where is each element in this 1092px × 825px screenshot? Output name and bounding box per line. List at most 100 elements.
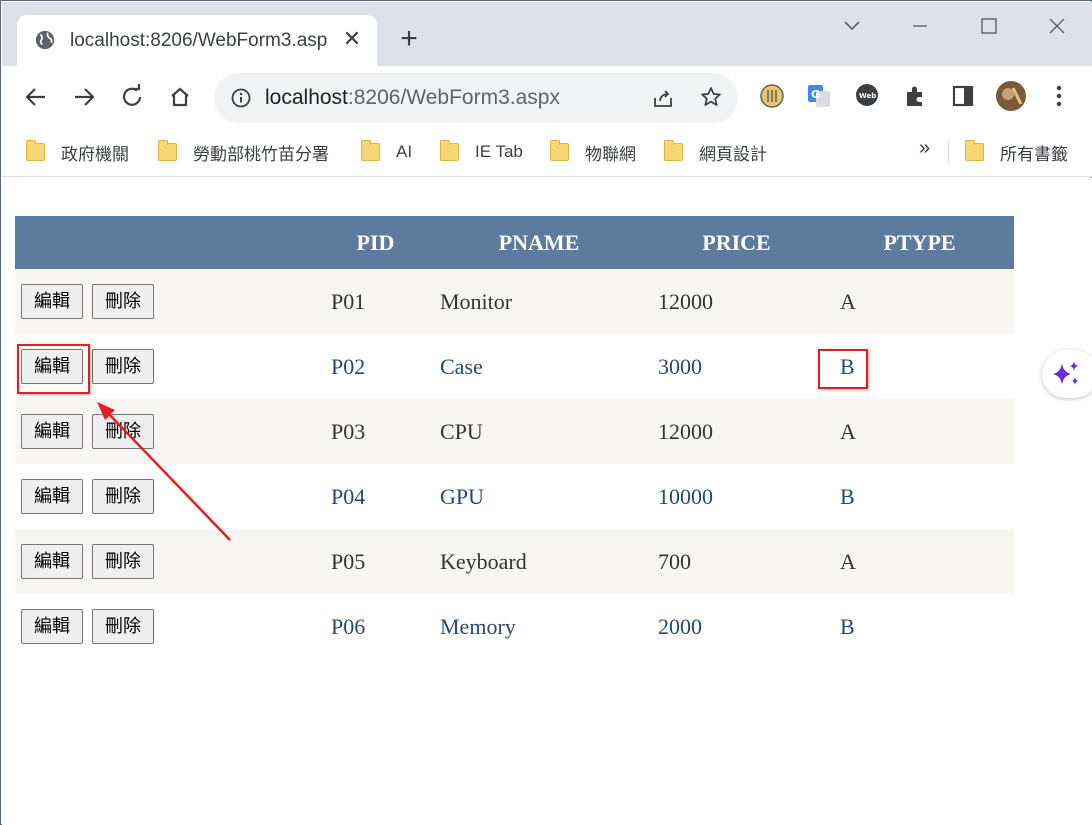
cell-price: 3000 xyxy=(648,334,825,399)
table-row: 編輯 刪除 P01 Monitor 12000 A xyxy=(15,269,1014,334)
close-window-icon[interactable] xyxy=(1042,12,1072,40)
globe-icon xyxy=(35,30,55,50)
command-cell: 編輯 刪除 xyxy=(15,269,321,334)
bookmarks-overflow-button[interactable]: » xyxy=(919,137,930,160)
url-path: :8206/WebForm3.aspx xyxy=(347,86,560,109)
tab-search-chevron-icon[interactable] xyxy=(837,12,867,40)
home-icon[interactable] xyxy=(163,80,197,114)
url-text[interactable]: localhost:8206/WebForm3.aspx xyxy=(265,86,560,110)
edit-button-highlight xyxy=(17,344,90,394)
cell-ptype: B xyxy=(825,594,1014,659)
address-bar[interactable]: localhost:8206/WebForm3.aspx xyxy=(214,73,738,123)
edit-button[interactable]: 編輯 xyxy=(21,414,83,449)
delete-button[interactable]: 刪除 xyxy=(92,609,154,644)
header-price[interactable]: PRICE xyxy=(648,216,825,269)
header-command xyxy=(15,216,321,269)
bookmark-folder[interactable]: 政府機關 xyxy=(26,139,129,165)
share-icon[interactable] xyxy=(651,86,675,110)
cell-pid: P05 xyxy=(321,529,430,594)
tab-close-button[interactable]: ✕ xyxy=(340,27,364,51)
cell-pid: P03 xyxy=(321,399,430,464)
header-ptype[interactable]: PTYPE xyxy=(825,216,1014,269)
cell-pid: P01 xyxy=(321,269,430,334)
ai-assistant-floating-button[interactable] xyxy=(1042,350,1092,398)
cell-pid: P06 xyxy=(321,594,430,659)
bookmark-label: 物聯網 xyxy=(585,144,636,164)
cell-pname: GPU xyxy=(430,464,648,529)
cell-ptype: A xyxy=(825,269,1014,334)
cell-ptype: A xyxy=(825,529,1014,594)
extensions-puzzle-icon[interactable] xyxy=(902,83,928,109)
browser-tab[interactable]: localhost:8206/WebForm3.aspx ✕ xyxy=(17,15,377,67)
cell-price: 2000 xyxy=(648,594,825,659)
folder-icon xyxy=(158,140,177,161)
maximize-icon[interactable] xyxy=(974,12,1004,40)
command-cell: 編輯 刪除 xyxy=(15,594,321,659)
cell-pname: Memory xyxy=(430,594,648,659)
header-pid[interactable]: PID xyxy=(321,216,430,269)
bookmark-folder[interactable]: 勞動部桃竹苗分署 xyxy=(158,139,329,165)
back-arrow-icon[interactable] xyxy=(19,80,53,114)
cell-pname: CPU xyxy=(430,399,648,464)
edit-button[interactable]: 編輯 xyxy=(21,544,83,579)
bookmark-folder[interactable]: IE Tab xyxy=(440,139,523,165)
sparkle-icon xyxy=(1053,361,1078,385)
cell-ptype: B xyxy=(825,464,1014,529)
edit-button[interactable]: 編輯 xyxy=(21,479,83,514)
bookmark-star-icon[interactable] xyxy=(699,85,723,109)
cell-pname: Case xyxy=(430,334,648,399)
folder-icon xyxy=(440,140,459,161)
folder-icon xyxy=(965,140,984,161)
new-tab-button[interactable]: + xyxy=(395,24,423,54)
menu-kebab-icon[interactable] xyxy=(1046,83,1072,109)
bookmark-folder[interactable]: 物聯網 xyxy=(550,139,636,165)
bookmark-label: 勞動部桃竹苗分署 xyxy=(193,144,329,164)
site-info-icon[interactable] xyxy=(231,88,251,108)
reload-icon[interactable] xyxy=(115,80,149,114)
cell-ptype: A xyxy=(825,399,1014,464)
svg-text:Web: Web xyxy=(859,92,876,100)
browser-toolbar: localhost:8206/WebForm3.aspx G Web xyxy=(2,66,1092,129)
cell-pname: Keyboard xyxy=(430,529,648,594)
extension-coin-icon[interactable] xyxy=(759,83,785,109)
bookmark-label: 政府機關 xyxy=(61,144,129,164)
delete-button[interactable]: 刪除 xyxy=(92,284,154,319)
tab-strip: localhost:8206/WebForm3.aspx ✕ + xyxy=(2,2,1092,67)
cell-pid: P02 xyxy=(321,334,430,399)
grid-header-row: PID PNAME PRICE PTYPE xyxy=(15,216,1014,269)
bookmark-label: AI xyxy=(396,142,413,161)
folder-icon xyxy=(361,140,380,161)
header-pname[interactable]: PNAME xyxy=(430,216,648,269)
profile-avatar[interactable] xyxy=(995,80,1027,112)
bookmark-folder[interactable]: 網頁設計 xyxy=(664,139,767,165)
folder-icon xyxy=(664,140,683,161)
ptype-cell-highlight xyxy=(818,349,868,389)
bookmark-label: 所有書籤 xyxy=(1000,144,1068,164)
folder-icon xyxy=(26,140,45,161)
page-content: PID PNAME PRICE PTYPE 編輯 刪除 P01 Monitor 1… xyxy=(2,178,1092,825)
cell-pid: P04 xyxy=(321,464,430,529)
minimize-icon[interactable] xyxy=(905,12,935,40)
bookmarks-bar: 政府機關 勞動部桃竹苗分署 AI IE Tab 物聯網 網頁設計 » 所有書籤 xyxy=(2,129,1092,177)
all-bookmarks-folder[interactable]: 所有書籤 xyxy=(965,139,1068,165)
cell-price: 700 xyxy=(648,529,825,594)
bookmark-label: 網頁設計 xyxy=(699,144,767,164)
side-panel-icon[interactable] xyxy=(950,83,976,109)
cell-price: 10000 xyxy=(648,464,825,529)
edit-button[interactable]: 編輯 xyxy=(21,284,83,319)
delete-button[interactable]: 刪除 xyxy=(92,349,154,384)
edit-button[interactable]: 編輯 xyxy=(21,609,83,644)
folder-icon xyxy=(550,140,569,161)
google-translate-icon[interactable]: G xyxy=(806,83,832,109)
web-chat-extension-icon[interactable]: Web xyxy=(854,83,880,109)
cell-price: 12000 xyxy=(648,399,825,464)
forward-arrow-icon[interactable] xyxy=(67,80,101,114)
bookmarks-divider xyxy=(948,139,949,165)
bookmark-label: IE Tab xyxy=(475,142,523,161)
svg-text:G: G xyxy=(811,88,820,101)
tab-title: localhost:8206/WebForm3.aspx xyxy=(70,30,328,51)
url-host: localhost xyxy=(265,86,348,109)
annotation-arrow-icon xyxy=(97,402,231,541)
cell-pname: Monitor xyxy=(430,269,648,334)
bookmark-folder[interactable]: AI xyxy=(361,139,412,165)
